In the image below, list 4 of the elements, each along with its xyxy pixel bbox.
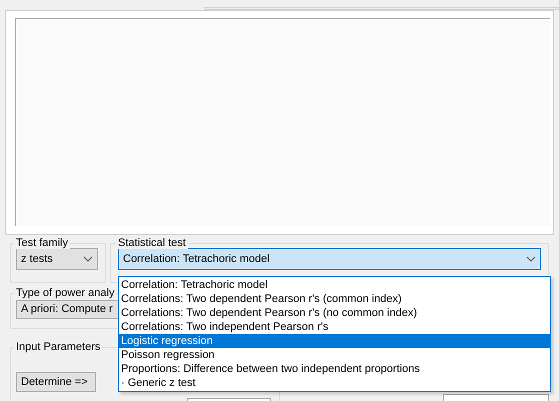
group-label: Statistical test <box>116 237 188 249</box>
group-label: Input Parameters <box>14 341 102 353</box>
group-label: Test family <box>14 237 70 249</box>
group-label: Type of power analy <box>14 287 116 299</box>
